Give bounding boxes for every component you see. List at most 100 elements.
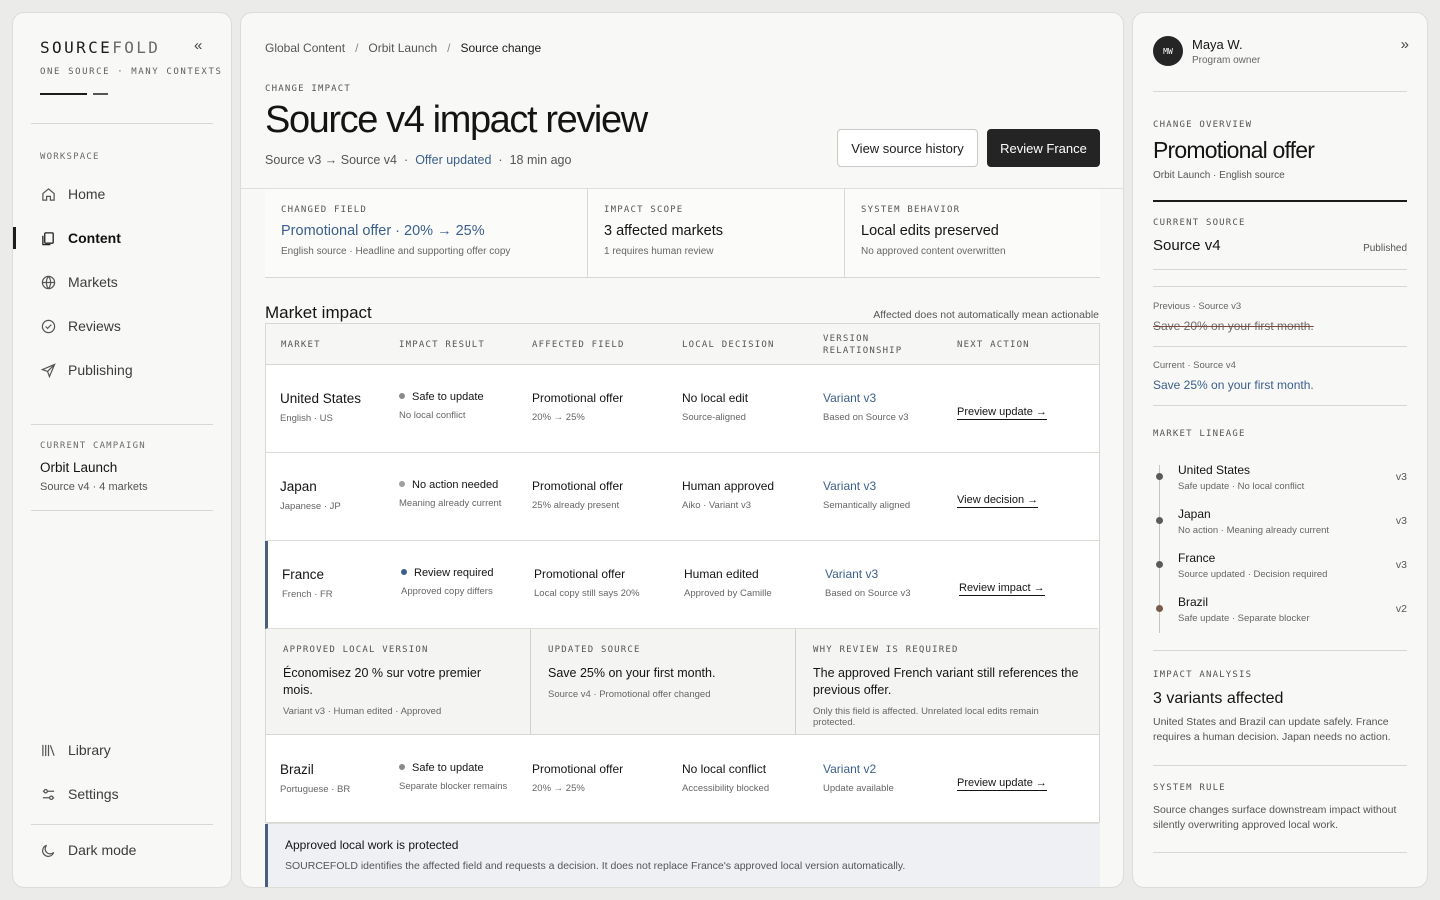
- next-action-link[interactable]: Preview update →: [957, 406, 1047, 420]
- affected-field-sub: 20% → 25%: [532, 783, 585, 794]
- variant-link[interactable]: Variant v2: [823, 762, 894, 776]
- previous-source-label: Previous · Source v3: [1153, 301, 1242, 312]
- brand-tagline: ONE SOURCE · MANY CONTEXTS: [40, 67, 223, 77]
- affected-field: Promotional offer: [534, 567, 626, 581]
- change-status: Offer updated: [415, 153, 492, 167]
- lineage-version: v3: [1395, 471, 1407, 483]
- version-cell: Variant v2 Update available: [823, 762, 894, 794]
- divider: [1153, 269, 1407, 270]
- table-row[interactable]: Japan Japanese · JP No action needed Mea…: [266, 453, 1099, 541]
- next-action-link[interactable]: View decision →: [957, 494, 1039, 508]
- nav-item-markets[interactable]: Markets: [40, 268, 220, 296]
- table-row[interactable]: Brazil Portuguese · BR Safe to update Se…: [266, 736, 1099, 824]
- detail-label: UPDATED SOURCE: [548, 645, 641, 655]
- detail-updated-source: UPDATED SOURCE Save 25% on your first mo…: [530, 629, 795, 735]
- variant-link[interactable]: Variant v3: [823, 391, 909, 405]
- stat-sub: English source · Headline and supporting…: [281, 246, 511, 257]
- nav-item-settings[interactable]: Settings: [40, 780, 220, 808]
- avatar[interactable]: MW: [1153, 36, 1183, 66]
- nav-item-library[interactable]: Library: [40, 736, 220, 764]
- nav-label: Reviews: [68, 318, 121, 334]
- divider: [1153, 650, 1407, 651]
- detail-why-review: WHY REVIEW IS REQUIRED The approved Fren…: [795, 629, 1099, 735]
- version-sub: Based on Source v3: [825, 588, 911, 599]
- nav-item-reviews[interactable]: Reviews: [40, 312, 220, 340]
- next-action-link[interactable]: Review impact →: [959, 582, 1045, 596]
- status-dot: [399, 764, 405, 770]
- version-sub: Update available: [823, 783, 894, 794]
- breadcrumb-separator: /: [355, 41, 359, 55]
- lineage-dot: [1156, 517, 1163, 524]
- nav-item-home[interactable]: Home: [40, 180, 220, 208]
- lineage-market: France: [1178, 551, 1216, 565]
- impact-result-cell: Safe to update Separate blocker remains: [399, 762, 507, 792]
- variant-link[interactable]: Variant v3: [823, 479, 910, 493]
- local-decision-sub: Source-aligned: [682, 412, 746, 423]
- breadcrumb-orbit-launch[interactable]: Orbit Launch: [368, 41, 437, 55]
- view-source-history-button[interactable]: View source history: [837, 129, 978, 167]
- local-decision: No local edit: [682, 391, 749, 405]
- lineage-item[interactable]: France Source updated · Decision require…: [1153, 551, 1407, 591]
- nav-item-publishing[interactable]: Publishing: [40, 356, 220, 384]
- current-source-text: Save 25% on your first month.: [1153, 378, 1314, 392]
- stat-impact-scope: IMPACT SCOPE 3 affected markets 1 requir…: [587, 189, 844, 278]
- status-badge: Published: [1363, 243, 1407, 254]
- change-time: 18 min ago: [509, 153, 572, 167]
- france-detail-panel: APPROVED LOCAL VERSION Économisez 20 % s…: [266, 629, 1099, 735]
- nav-label: Library: [68, 742, 111, 758]
- details-panel: MW Maya W. Program owner » CHANGE OVERVI…: [1132, 12, 1428, 888]
- next-action-link[interactable]: Preview update →: [957, 777, 1047, 791]
- lineage-item[interactable]: United States Safe update · No local con…: [1153, 463, 1407, 503]
- table-row[interactable]: United States English · US Safe to updat…: [266, 365, 1099, 453]
- moon-icon: [40, 842, 56, 858]
- section-note: Affected does not automatically mean act…: [873, 309, 1099, 321]
- stat-value: Promotional offer · 20% → 25%: [281, 223, 485, 239]
- impact-result: No action needed: [412, 479, 499, 491]
- stat-value: 3 affected markets: [604, 223, 724, 239]
- affected-field-sub: Local copy still says 20%: [534, 588, 640, 599]
- lineage-version: v3: [1395, 559, 1407, 571]
- version-cell: Variant v3 Based on Source v3: [825, 567, 911, 599]
- meta-separator: ·: [404, 153, 409, 167]
- campaign-name[interactable]: Orbit Launch: [40, 460, 117, 475]
- table-row[interactable]: France French · FR Review required Appro…: [265, 541, 1098, 629]
- lineage-desc: Safe update · No local conflict: [1178, 481, 1305, 492]
- affected-field: Promotional offer: [532, 762, 624, 776]
- dark-mode-toggle[interactable]: Dark mode: [40, 836, 220, 864]
- status-dot: [399, 481, 405, 487]
- divider: [31, 824, 213, 825]
- impact-result-sub: Meaning already current: [399, 498, 502, 509]
- lineage-market: Brazil: [1178, 595, 1209, 609]
- expand-panel-button[interactable]: »: [1401, 36, 1409, 53]
- brand-logo[interactable]: SOURCEFOLD: [40, 38, 160, 57]
- breadcrumb-separator: /: [447, 41, 451, 55]
- breadcrumb-global-content[interactable]: Global Content: [265, 41, 345, 55]
- lineage-dot: [1156, 473, 1163, 480]
- chevrons-left-icon: «: [194, 37, 203, 54]
- detail-label: WHY REVIEW IS REQUIRED: [813, 645, 959, 655]
- variant-link[interactable]: Variant v3: [825, 567, 911, 581]
- version-cell: Variant v3 Semantically aligned: [823, 479, 910, 511]
- status-dot: [401, 569, 407, 575]
- stat-value: Local edits preserved: [861, 223, 999, 239]
- workspace-label: WORKSPACE: [40, 152, 100, 162]
- collapse-sidebar-button[interactable]: «: [194, 37, 202, 54]
- market-name: Brazil: [280, 762, 314, 777]
- affected-field-cell: Promotional offer 20% → 25%: [532, 391, 623, 423]
- impact-result-cell: Safe to update No local conflict: [399, 391, 484, 421]
- review-france-button[interactable]: Review France: [987, 129, 1100, 167]
- impact-analysis-label: IMPACT ANALYSIS: [1153, 670, 1253, 680]
- version-sub: Based on Source v3: [823, 412, 909, 423]
- stat-sub: No approved content overwritten: [861, 246, 1006, 257]
- table-header: MARKET IMPACT RESULT AFFECTED FIELD LOCA…: [266, 324, 1099, 365]
- stat-label: SYSTEM BEHAVIOR: [861, 205, 961, 215]
- lineage-item[interactable]: Brazil Safe update · Separate blocker v2: [1153, 595, 1407, 635]
- divider: [31, 424, 213, 425]
- current-campaign-label: CURRENT CAMPAIGN: [40, 441, 146, 451]
- breadcrumb-current: Source change: [460, 41, 542, 55]
- market-locale: Portuguese · BR: [280, 784, 351, 795]
- nav-item-content[interactable]: Content: [40, 224, 220, 252]
- local-decision: Human edited: [684, 567, 759, 581]
- status-dot: [399, 393, 405, 399]
- lineage-item[interactable]: Japan No action · Meaning already curren…: [1153, 507, 1407, 547]
